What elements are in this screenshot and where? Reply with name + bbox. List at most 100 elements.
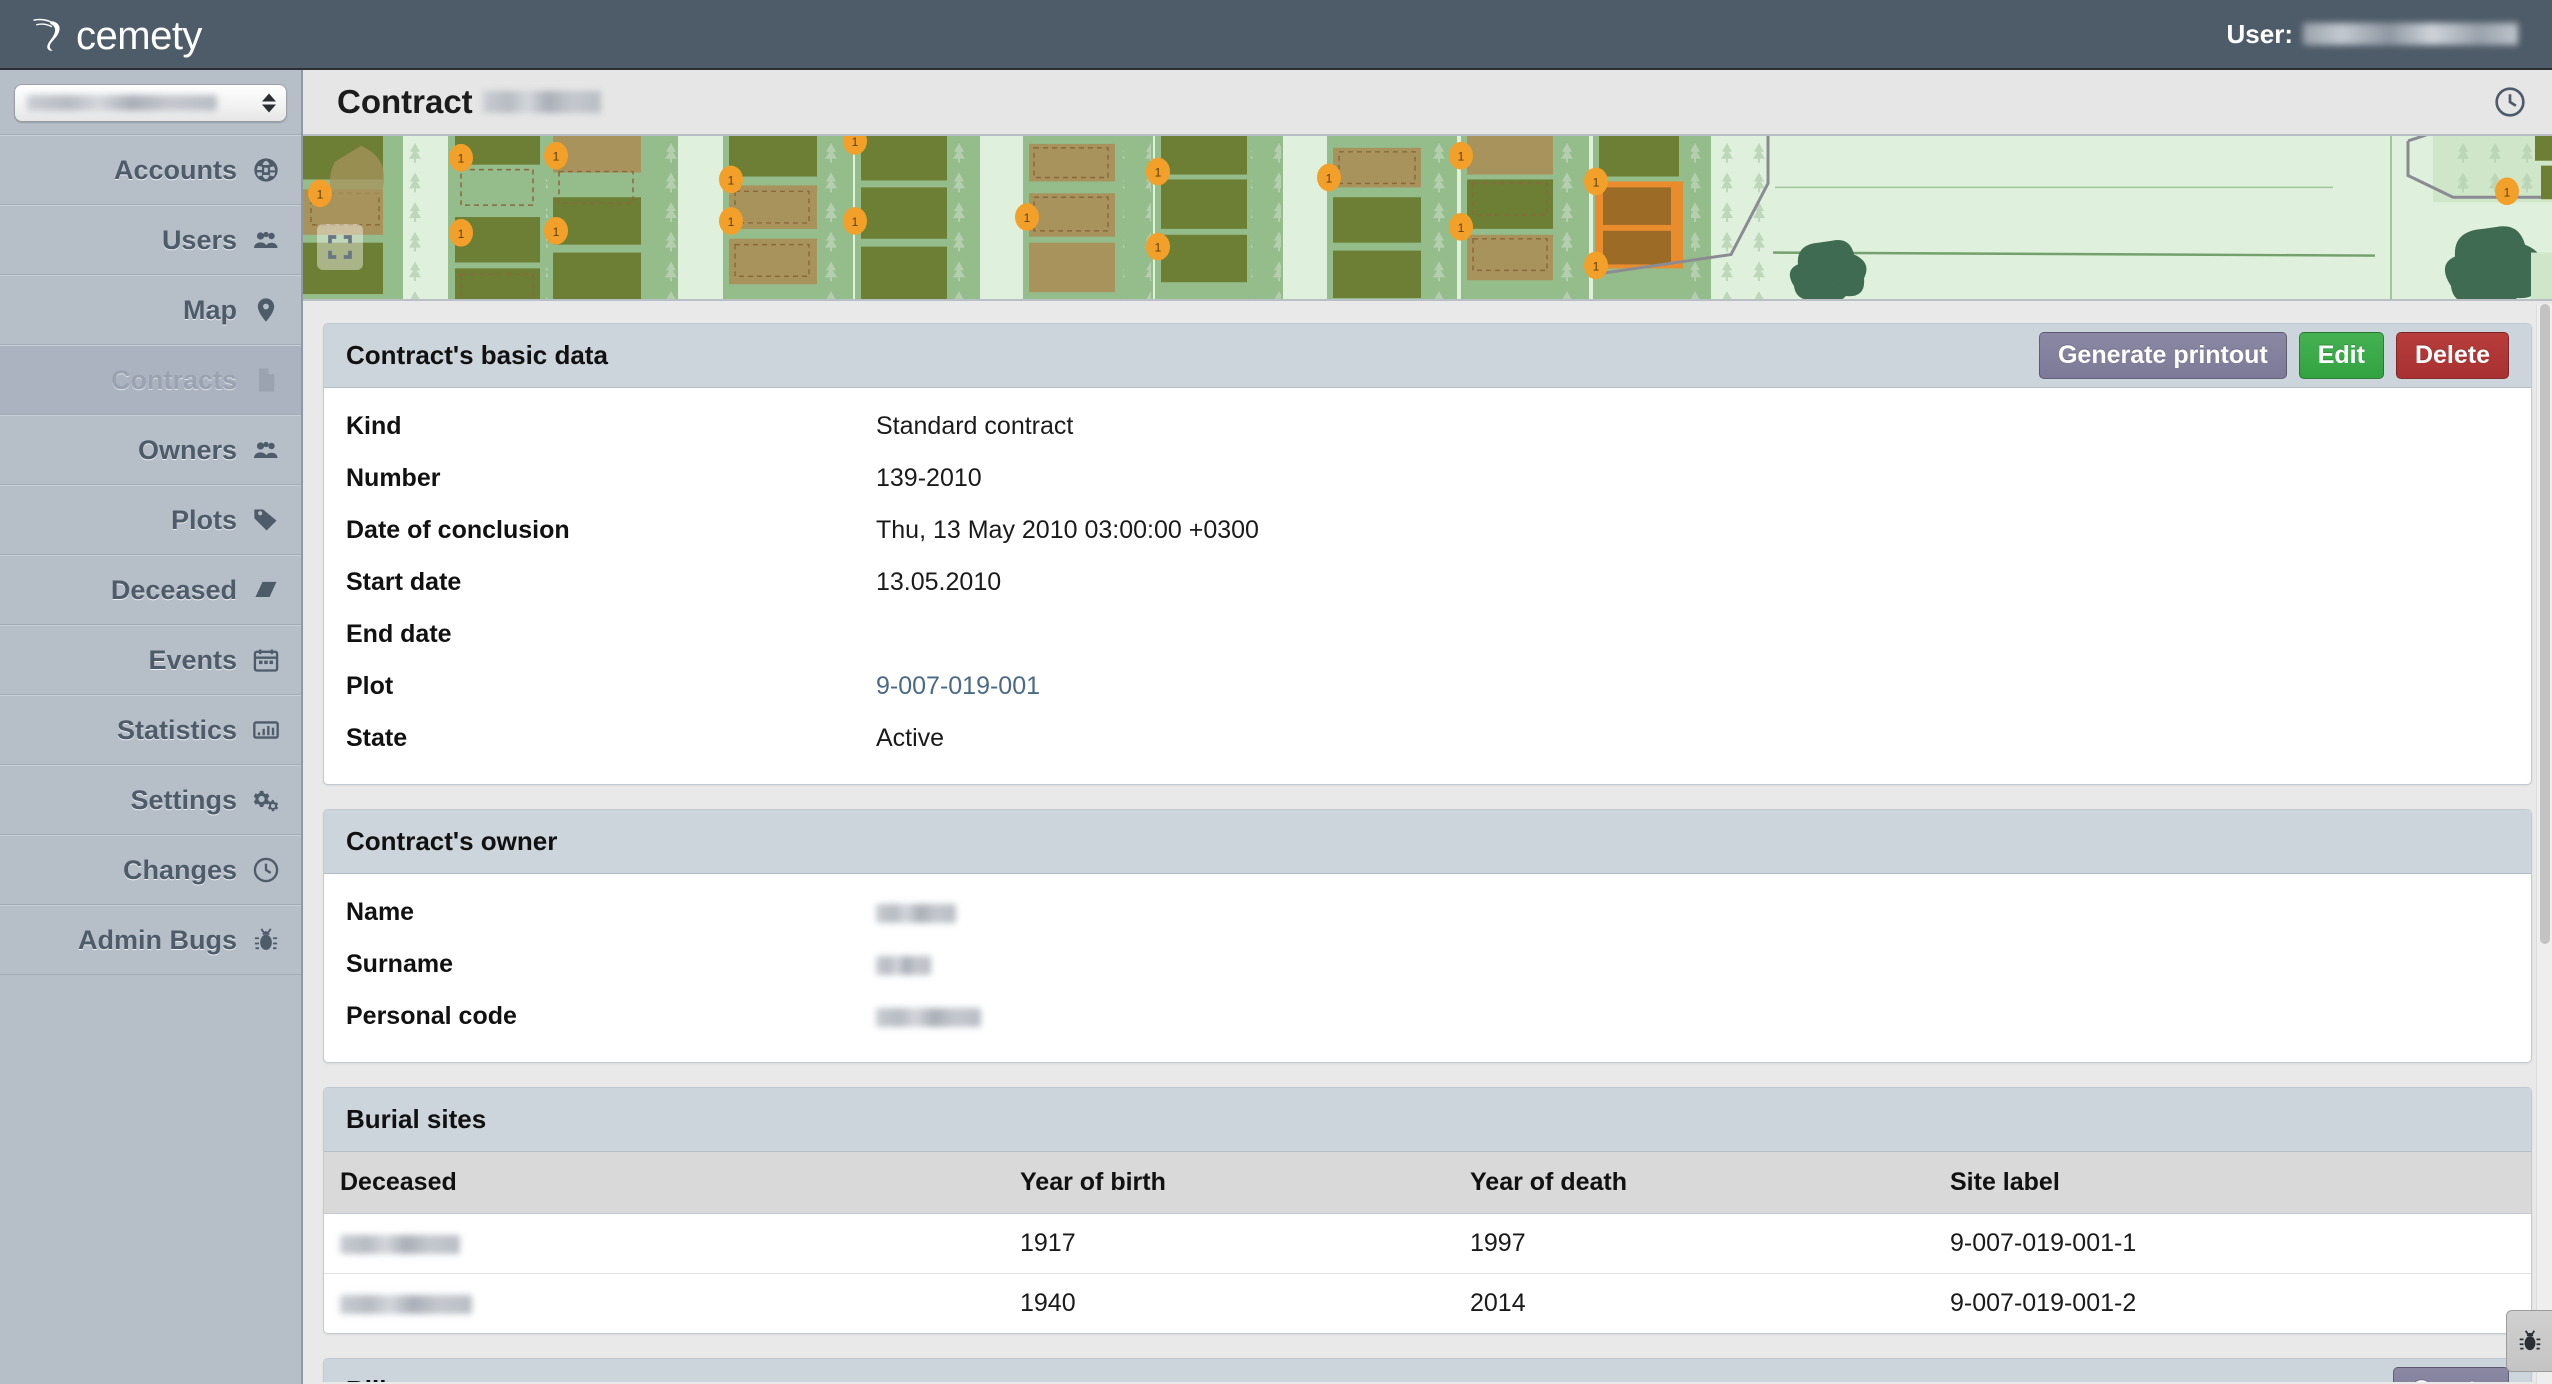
gears-icon (251, 785, 281, 815)
svg-text:1: 1 (1155, 166, 1162, 180)
field-date-of-conclusion: Date of conclusion Thu, 13 May 2010 03:0… (346, 516, 2509, 546)
plot-link[interactable]: 9-007-019-001 (876, 672, 1040, 700)
svg-text:1: 1 (1593, 259, 1600, 273)
sidebar-item-statistics[interactable]: Statistics (0, 695, 301, 765)
column-header-site-label[interactable]: Site label (1934, 1152, 2531, 1214)
sidebar-item-changes[interactable]: Changes (0, 835, 301, 905)
field-value: 139-2010 (876, 464, 982, 492)
field-value: 13.05.2010 (876, 568, 1002, 596)
sidebar-item-accounts[interactable]: Accounts (0, 135, 301, 205)
page-title-bar: Contract (303, 70, 2552, 136)
field-label: Start date (346, 568, 462, 596)
fullscreen-icon[interactable] (317, 224, 363, 270)
svg-text:1: 1 (852, 215, 859, 229)
account-select[interactable] (14, 84, 287, 122)
sidebar-item-label: Accounts (113, 154, 237, 185)
field-value (876, 898, 956, 927)
scrollbar-thumb[interactable] (2540, 304, 2550, 944)
field-label: Date of conclusion (346, 516, 570, 544)
create-bill-button[interactable]: Create (2393, 1366, 2509, 1382)
map-canvas[interactable]: 1 1 1 1 1 1 1 1 1 1 1 1 1 1 1 1 1 1 (303, 136, 2552, 299)
owner-surname-redacted (876, 955, 931, 975)
book-icon (251, 575, 281, 605)
history-clock-icon[interactable] (2494, 86, 2526, 118)
sidebar-item-label: Contracts (110, 364, 237, 395)
field-label: Surname (346, 950, 453, 978)
field-label: State (346, 724, 408, 752)
svg-text:1: 1 (553, 150, 560, 164)
generate-printout-button[interactable]: Generate printout (2038, 331, 2287, 380)
field-start-date: Start date 13.05.2010 (346, 568, 2509, 598)
table-header-row: Deceased Year of birth Year of death Sit… (324, 1152, 2531, 1214)
cell-year-of-birth: 1940 (1004, 1273, 1454, 1333)
field-plot: Plot 9-007-019-001 (346, 672, 2509, 702)
burial-sites-table: Deceased Year of birth Year of death Sit… (324, 1152, 2531, 1333)
sidebar-item-owners[interactable]: Owners (0, 415, 301, 485)
column-header-year-of-birth[interactable]: Year of birth (1004, 1152, 1454, 1214)
table-row[interactable]: 1940 2014 9-007-019-001-2 (324, 1273, 2531, 1333)
main-area: Contract 1 1 1 1 1 1 1 1 1 1 1 1 1 1 1 1… (303, 70, 2552, 1384)
svg-text:1: 1 (728, 173, 735, 187)
sidebar-item-label: Users (161, 224, 237, 255)
cell-site-label: 9-007-019-001-1 (1934, 1213, 2531, 1274)
brand-logo[interactable]: cemety (28, 12, 202, 56)
brand-name: cemety (76, 14, 202, 58)
burial-sites-panel: Burial sites Deceased Year of birth Year… (323, 1087, 2532, 1334)
field-owner-surname: Surname (346, 950, 2509, 980)
cell-year-of-birth: 1917 (1004, 1213, 1454, 1274)
sidebar-item-label: Plots (170, 504, 237, 535)
sidebar-item-settings[interactable]: Settings (0, 765, 301, 835)
field-value: Active (876, 724, 945, 752)
bug-icon (2519, 1330, 2540, 1351)
sidebar-item-map[interactable]: Map (0, 275, 301, 345)
sidebar-item-plots[interactable]: Plots (0, 485, 301, 555)
select-stepper-icon (262, 93, 276, 113)
cell-year-of-death: 2014 (1454, 1273, 1934, 1333)
account-select-wrapper (0, 70, 301, 135)
field-owner-personal-code: Personal code (346, 1002, 2509, 1032)
page-title: Contract (337, 83, 601, 121)
bug-report-button[interactable] (2506, 1310, 2552, 1372)
account-select-value-redacted (27, 95, 217, 111)
field-end-date: End date (346, 620, 2509, 650)
panel-title: Contract's basic data (346, 340, 608, 370)
svg-text:1: 1 (458, 152, 465, 166)
delete-button[interactable]: Delete (2395, 331, 2509, 380)
svg-text:1: 1 (1458, 221, 1465, 235)
panel-header: Burial sites (324, 1088, 2531, 1152)
table-row[interactable]: 1917 1997 9-007-019-001-1 (324, 1213, 2531, 1274)
page-title-text: Contract (337, 83, 473, 120)
svg-text:1: 1 (458, 227, 465, 241)
users-icon (251, 225, 281, 255)
svg-text:1: 1 (852, 136, 859, 149)
cemetery-map[interactable]: 1 1 1 1 1 1 1 1 1 1 1 1 1 1 1 1 1 1 (303, 136, 2552, 301)
sidebar-item-label: Deceased (110, 574, 237, 605)
svg-text:1: 1 (1024, 211, 1031, 225)
user-label: User: (2226, 18, 2293, 49)
svg-text:1: 1 (1458, 150, 1465, 164)
svg-text:1: 1 (1155, 241, 1162, 255)
sidebar-item-contracts[interactable]: Contracts (0, 345, 301, 415)
sidebar-item-events[interactable]: Events (0, 625, 301, 695)
sidebar-item-label: Map (183, 294, 237, 325)
panel-title: Contract's owner (346, 826, 558, 856)
sidebar-item-admin-bugs[interactable]: Admin Bugs (0, 905, 301, 975)
sidebar-item-label: Owners (137, 434, 237, 465)
bills-panel: Bills Create Number Total Created on Pri… (323, 1358, 2532, 1382)
deceased-name-redacted (340, 1234, 460, 1254)
file-icon (251, 365, 281, 395)
content-scroll-area[interactable]: Contract's basic data Generate printout … (303, 301, 2552, 1382)
user-area[interactable]: User: (2227, 19, 2518, 50)
owner-name-redacted (876, 903, 956, 923)
field-label: Number (346, 464, 441, 492)
column-header-year-of-death[interactable]: Year of death (1454, 1152, 1934, 1214)
sidebar-item-deceased[interactable]: Deceased (0, 555, 301, 625)
cell-year-of-death: 1997 (1454, 1213, 1934, 1274)
svg-text:1: 1 (1593, 175, 1600, 189)
column-header-deceased[interactable]: Deceased (324, 1152, 1004, 1214)
svg-text:1: 1 (1326, 171, 1333, 185)
edit-button[interactable]: Edit (2298, 331, 2384, 380)
sidebar-item-users[interactable]: Users (0, 205, 301, 275)
content-scrollbar[interactable] (2536, 304, 2552, 1384)
field-label: Name (346, 898, 415, 926)
